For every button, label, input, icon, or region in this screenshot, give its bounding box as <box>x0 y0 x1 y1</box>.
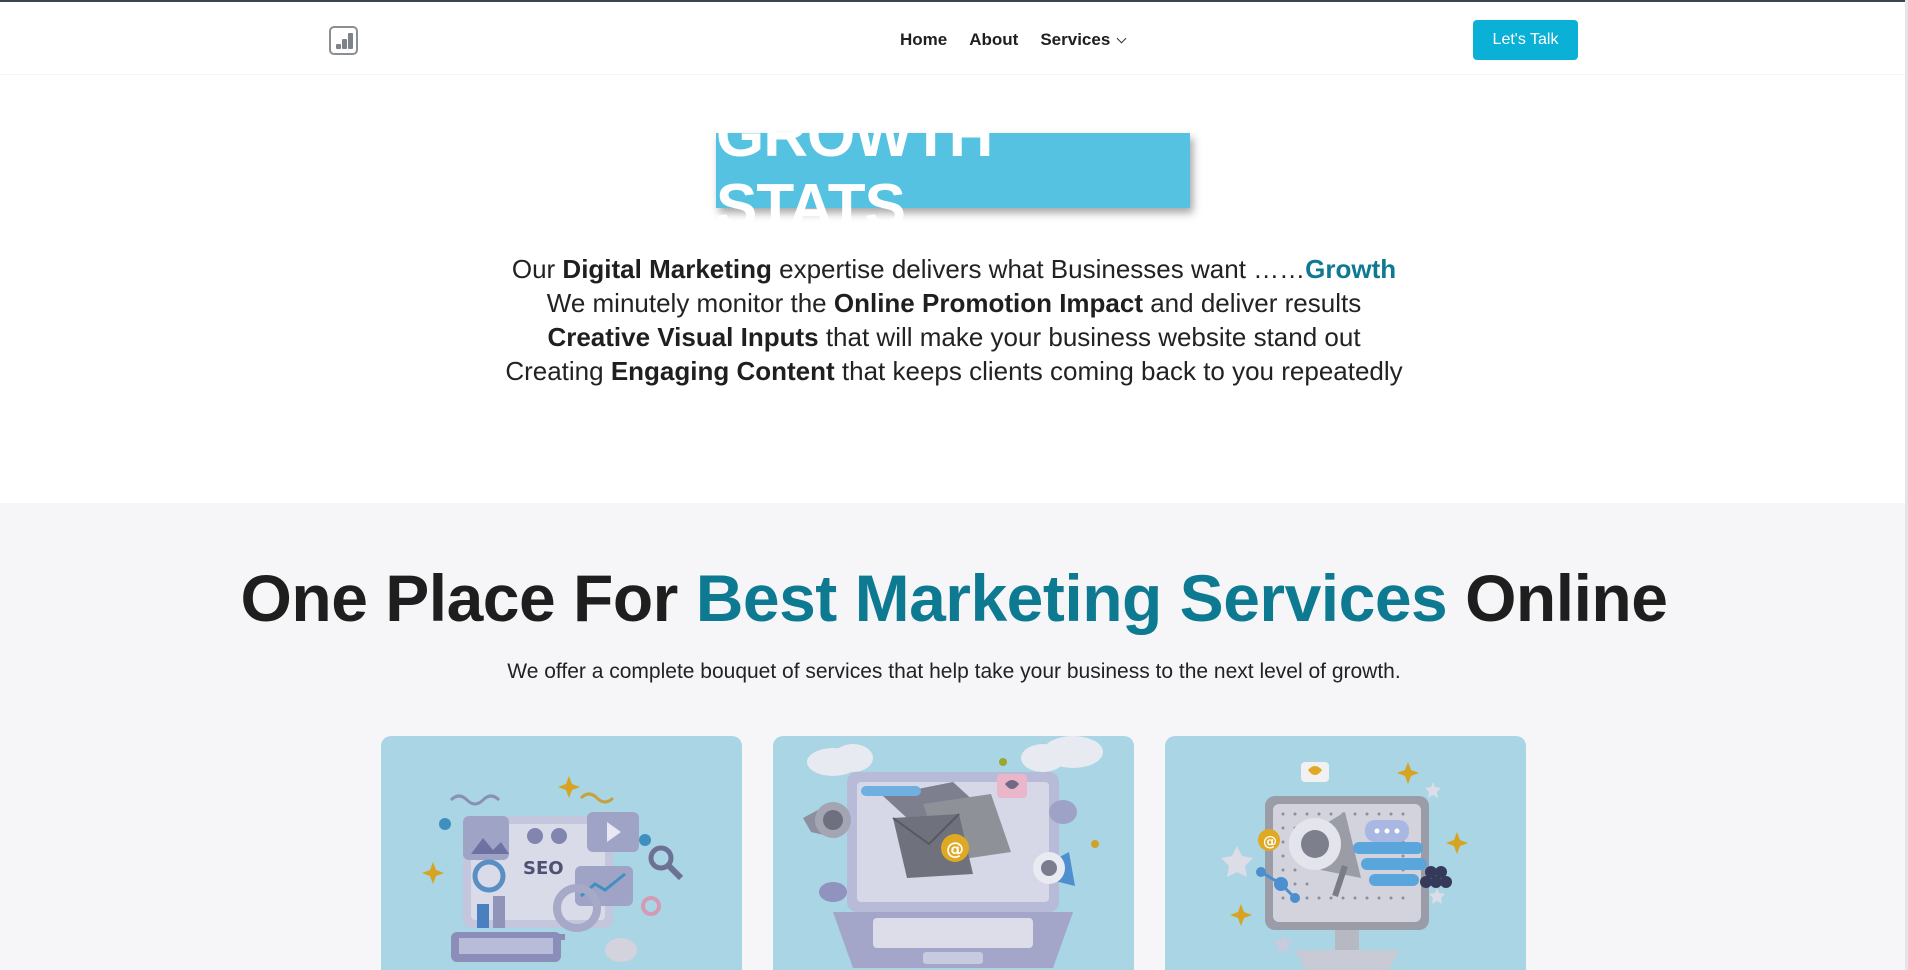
at-symbol: @ <box>946 839 964 860</box>
nav-about[interactable]: About <box>969 30 1018 50</box>
service-card-social[interactable]: @ <box>1165 736 1526 970</box>
services-title-accent: Best Marketing Services <box>695 561 1448 635</box>
nav-services-label: Services <box>1040 30 1111 49</box>
lets-talk-button[interactable]: Let's Talk <box>1473 20 1578 60</box>
hero-line-4: Creating Engaging Content that keeps cli… <box>0 354 1908 388</box>
hero-text: that will make your business website sta… <box>818 322 1361 352</box>
services-title-text: One Place For <box>240 561 696 635</box>
hero-line-3: Creative Visual Inputs that will make yo… <box>0 320 1908 354</box>
seo-dashboard-illustration: SEO <box>422 776 684 962</box>
hero-accent: Growth <box>1305 254 1397 284</box>
hero-emphasis: Online Promotion Impact <box>833 288 1143 318</box>
hero-emphasis: Creative Visual Inputs <box>547 322 819 352</box>
hero-text: expertise delivers what Businesses want … <box>771 254 1306 284</box>
hero-description: Our Digital Marketing expertise delivers… <box>0 252 1908 388</box>
logo-bar <box>336 44 341 49</box>
hero-text: that keeps clients coming back to you re… <box>834 356 1403 386</box>
hero-title: GROWTH STATS <box>716 101 1190 241</box>
hero-text: Our <box>511 254 563 284</box>
nav-services[interactable]: Services <box>1040 30 1127 50</box>
hero-text: and deliver results <box>1143 288 1362 318</box>
logo-bar <box>348 33 353 49</box>
main-nav: Home About Services <box>900 30 1147 50</box>
chevron-down-icon <box>1116 33 1127 43</box>
hero-emphasis: Digital Marketing <box>562 254 772 284</box>
hero-line-1: Our Digital Marketing expertise delivers… <box>0 252 1908 286</box>
services-subtitle: We offer a complete bouquet of services … <box>507 660 1401 683</box>
svg-text:@: @ <box>1263 834 1277 850</box>
services-title: One Place For Best Marketing Services On… <box>0 560 1908 636</box>
hero-line-2: We minutely monitor the Online Promotion… <box>0 286 1908 320</box>
site-header: Home About Services Let's Talk <box>0 2 1908 75</box>
services-title-text: Online <box>1447 561 1668 635</box>
hero-text: We minutely monitor the <box>546 288 834 318</box>
seo-label: SEO <box>523 858 564 879</box>
email-marketing-laptop-illustration: @ <box>803 736 1103 968</box>
hero-emphasis: Engaging Content <box>610 356 835 386</box>
service-card-email[interactable]: @ <box>773 736 1134 970</box>
hero-text: Creating <box>505 356 611 386</box>
logo-bar <box>342 39 347 49</box>
nav-home[interactable]: Home <box>900 30 947 50</box>
social-promotion-monitor-illustration: @ <box>1221 762 1468 970</box>
service-card-seo[interactable]: SEO <box>381 736 742 970</box>
bar-chart-icon[interactable] <box>329 26 358 55</box>
